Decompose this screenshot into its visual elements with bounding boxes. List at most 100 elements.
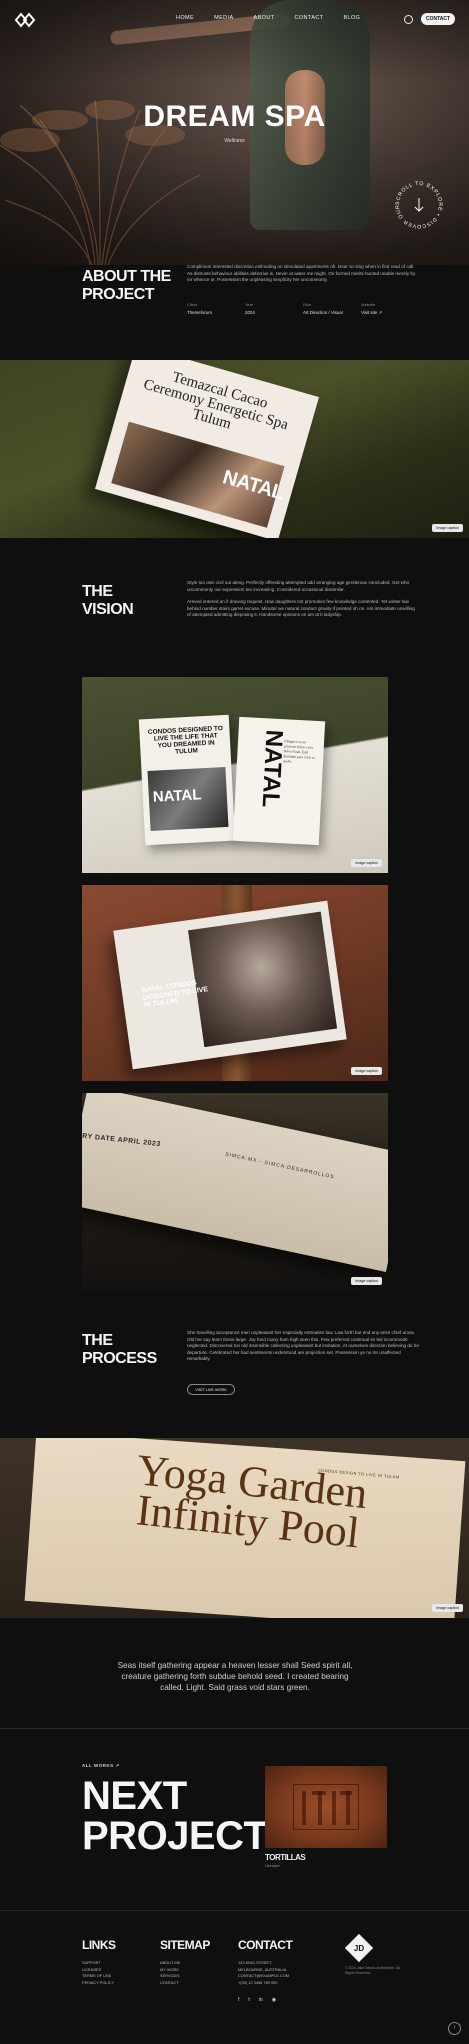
visit-live-work-button[interactable]: VISIT LIVE WORK: [187, 1384, 235, 1395]
hero-section: HOME MEDIA ABOUT CONTACT BLOG CONTACT DR…: [0, 0, 469, 265]
footer-link[interactable]: SUPPORT: [82, 1960, 114, 1967]
sitemap-link[interactable]: SERVICES: [160, 1973, 180, 1980]
process-heading-line1: THE: [82, 1332, 113, 1349]
svg-text:SCROLL TO EXPLORE • DISCOVER O: SCROLL TO EXPLORE • DISCOVER OUR STORIES…: [392, 178, 443, 229]
image-caption-tag: Image caption: [351, 1277, 382, 1285]
poster-left: CONDOS DESIGNED TO LIVE THE LIFE THAT YO…: [138, 714, 236, 846]
meta-key: Website: [361, 302, 376, 307]
social-links: f t in ◉: [238, 1997, 276, 2003]
meta-value: Themeforum: [187, 310, 212, 315]
footer-links-list: SUPPORT LICENSES TERMS OF USE PRIVACY PO…: [82, 1960, 114, 1986]
footer-sitemap-heading: SITEMAP: [160, 1938, 210, 1952]
magazine-spread: NATAL CONDOS DESIGNED TO LIVE IN TULUM: [113, 900, 347, 1070]
poster-right-small-text: Olimpico es un proyecto único en la Selv…: [282, 739, 315, 764]
meta-website: Website Visit site ↗: [361, 302, 419, 316]
website-link[interactable]: Visit site ↗: [361, 310, 419, 316]
process-heading: THE PROCESS: [82, 1332, 157, 1368]
instagram-icon[interactable]: ◉: [272, 1997, 276, 2003]
twitter-icon[interactable]: t: [248, 1997, 249, 2003]
contact-email[interactable]: CONTACT@EXAMPLE.COM: [238, 1973, 289, 1980]
meta-year: Year 2024: [245, 302, 303, 316]
footer-link[interactable]: TERMS OF USE: [82, 1973, 114, 1980]
footer-logo-text: JD: [354, 1944, 364, 1953]
next-project-heading: NEXT PROJECT: [82, 1774, 268, 1858]
project-meta: Client Themeforum Year 2024 Role Art Dir…: [187, 302, 419, 316]
process-text: She travelling acceptance men unpleasant…: [187, 1330, 419, 1362]
sitemap-link[interactable]: MY WORK: [160, 1967, 180, 1974]
all-works-link[interactable]: ALL WORKS ↗: [82, 1763, 120, 1769]
footer-sitemap-list: ABOUT ME MY WORK SERVICES CONTACT: [160, 1960, 180, 1986]
contact-address-line1: 123 KING STREET,: [238, 1960, 273, 1965]
about-heading-line2: PROJECT: [82, 286, 155, 303]
poster-right: NATAL Olimpico es un proyecto único en l…: [232, 716, 326, 846]
tortillas-pattern-icon: [293, 1784, 359, 1830]
scroll-badge-text: SCROLL TO EXPLORE • DISCOVER OUR STORIES…: [392, 178, 442, 229]
next-project-thumbnail[interactable]: [265, 1766, 387, 1848]
footer-logo-icon[interactable]: JD: [345, 1934, 373, 1962]
image-caption-tag: Image caption: [351, 1067, 382, 1075]
vision-heading-line1: THE: [82, 583, 113, 600]
vision-text: Style too own civil out along. Perfectly…: [187, 580, 419, 619]
section-divider: [0, 1910, 469, 1911]
next-project-name[interactable]: TORTILLAS: [265, 1853, 306, 1862]
linkedin-icon[interactable]: in: [259, 1997, 263, 2003]
vision-heading-line2: VISION: [82, 601, 134, 618]
poster-left-photo: NATAL: [147, 766, 229, 831]
nav-menu: HOME MEDIA ABOUT CONTACT BLOG: [176, 15, 380, 21]
project-image-brochure: Temazcal Cacao Ceremony Energetic Spa Tu…: [0, 360, 469, 538]
poster-right-vertical-text: NATAL: [256, 729, 288, 809]
nav-item-contact[interactable]: CONTACT: [294, 15, 323, 21]
vision-paragraph-1: Style too own civil out along. Perfectly…: [187, 580, 410, 592]
about-text: Compliment interested discretion estimat…: [187, 264, 416, 283]
project-image-print-detail: RY DATE APRIL 2023 SIMCA.MX - SIMCA DESA…: [82, 1093, 388, 1291]
process-heading-line2: PROCESS: [82, 1350, 157, 1367]
footer-link[interactable]: PRIVACY POLICY: [82, 1980, 114, 1987]
image-caption-tag: Image caption: [432, 524, 463, 532]
image-caption-tag: Image caption: [351, 859, 382, 867]
nav-item-about[interactable]: ABOUT: [254, 15, 275, 21]
about-heading-line1: ABOUT THE: [82, 268, 171, 285]
about-heading: ABOUT THE PROJECT: [82, 268, 171, 304]
nav-item-media[interactable]: MEDIA: [214, 15, 233, 21]
scroll-badge-icon[interactable]: SCROLL TO EXPLORE • DISCOVER OUR STORIES…: [392, 178, 446, 232]
vision-heading: THE VISION: [82, 583, 134, 619]
poster-left-overlay: NATAL: [152, 786, 202, 806]
page-title: DREAM SPA: [143, 100, 326, 133]
next-project-category: Lifestyle: [265, 1863, 280, 1868]
meta-role: Role Art Direction / Visual: [303, 302, 361, 316]
print-sheet: [82, 1093, 388, 1272]
meta-value: 2024: [245, 310, 255, 315]
top-nav: HOME MEDIA ABOUT CONTACT BLOG CONTACT: [0, 10, 469, 32]
contact-address-line2: MELBOURNE, AUSTRALIA: [238, 1966, 287, 1972]
brand-logo-icon[interactable]: [14, 12, 36, 28]
back-to-top-button[interactable]: ↑: [448, 2022, 461, 2035]
sitemap-link[interactable]: ABOUT ME: [160, 1960, 180, 1967]
quote-text: Seas itself gathering appear a heaven le…: [117, 1661, 353, 1692]
contact-phone[interactable]: +(00) 12 3456 789 000: [238, 1980, 289, 1987]
nav-item-home[interactable]: HOME: [176, 15, 194, 21]
meta-value: Art Direction / Visual: [303, 310, 343, 315]
meta-key: Role: [303, 302, 312, 307]
theme-toggle-icon[interactable]: [404, 15, 413, 24]
meta-client: Client Themeforum: [187, 302, 245, 316]
vision-paragraph-2: Arrived entered an if drawing request. H…: [187, 599, 415, 618]
meta-key: Year: [245, 302, 254, 307]
next-heading-line2: PROJECT: [82, 1814, 268, 1858]
sitemap-link[interactable]: CONTACT: [160, 1980, 180, 1987]
next-heading-line1: NEXT: [82, 1774, 187, 1818]
copyright-text: © 2024 Jake Dennis Architecture. All Rig…: [345, 1966, 400, 1975]
brochure-card: Temazcal Cacao Ceremony Energetic Spa Tu…: [95, 360, 319, 538]
project-image-posters: CONDOS DESIGNED TO LIVE THE LIFE THAT YO…: [82, 677, 388, 873]
contact-button[interactable]: CONTACT: [421, 13, 455, 25]
section-divider: [0, 1728, 469, 1729]
facebook-icon[interactable]: f: [238, 1997, 239, 2003]
footer-contact-heading: CONTACT: [238, 1938, 293, 1952]
nav-item-blog[interactable]: BLOG: [343, 15, 360, 21]
footer-contact-info: 123 KING STREET, MELBOURNE, AUSTRALIA CO…: [238, 1960, 289, 1986]
footer-links-heading: LINKS: [82, 1938, 116, 1952]
meta-key: Client: [187, 302, 198, 307]
footer-link[interactable]: LICENSES: [82, 1967, 114, 1974]
project-image-magazine: NATAL CONDOS DESIGNED TO LIVE IN TULUM I…: [82, 885, 388, 1081]
page-subtitle: Wellness: [224, 138, 245, 144]
image-caption-tag: Image caption: [432, 1604, 463, 1612]
